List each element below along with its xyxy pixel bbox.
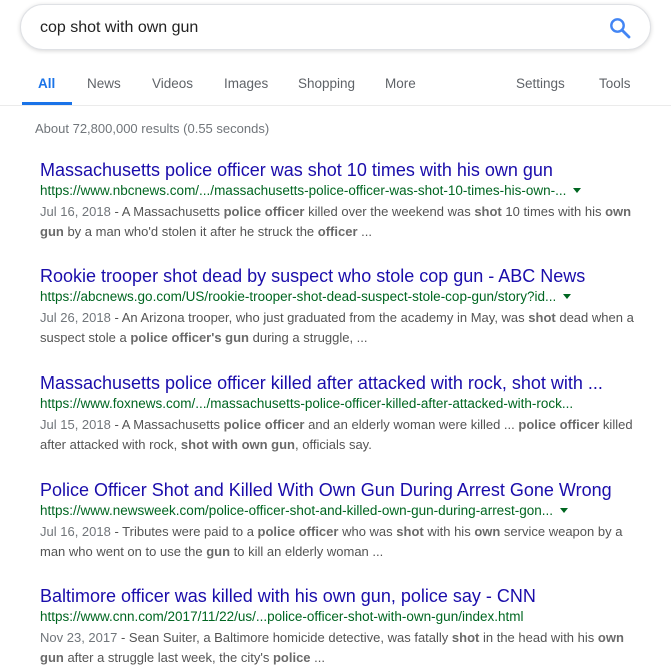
snippet-run: during a struggle, ...	[249, 330, 368, 345]
caret-down-icon[interactable]	[573, 188, 582, 194]
snippet-run: An Arizona trooper, who just graduated f…	[121, 310, 529, 325]
result-url[interactable]: https://abcnews.go.com/US/rookie-trooper…	[40, 289, 556, 304]
result-snippet: Jul 26, 2018 - An Arizona trooper, who j…	[40, 310, 634, 345]
snippet-run: ...	[357, 224, 372, 239]
search-result: Police Officer Shot and Killed With Own …	[40, 479, 660, 562]
snippet-run: ...	[310, 650, 325, 665]
result-url-row: https://www.nbcnews.com/.../massachusett…	[40, 181, 660, 200]
search-result: Massachusetts police officer was shot 10…	[40, 159, 660, 242]
result-title-link[interactable]: Rookie trooper shot dead by suspect who …	[40, 265, 660, 287]
result-stats: About 72,800,000 results (0.55 seconds)	[35, 121, 270, 136]
search-icon[interactable]	[608, 16, 632, 40]
snippet-run: A Massachusetts	[121, 204, 224, 219]
snippet-match: shot	[528, 310, 556, 325]
snippet-run: , officials say.	[295, 437, 372, 452]
tab-active-indicator	[22, 102, 72, 105]
result-date: Jul 15, 2018	[40, 417, 111, 432]
snippet-match: police	[272, 650, 311, 665]
result-url[interactable]: https://www.cnn.com/2017/11/22/us/...pol…	[40, 609, 523, 624]
snippet-match: gun	[206, 544, 231, 559]
search-result: Baltimore officer was killed with his ow…	[40, 585, 660, 667]
snippet-run: by a man who'd stolen it after he struck…	[63, 224, 318, 239]
snippet-match: shot	[396, 524, 424, 539]
snippet-run: killed over the weekend was	[304, 204, 475, 219]
snippet-run: with his	[423, 524, 475, 539]
search-box[interactable]	[20, 4, 651, 50]
result-url[interactable]: https://www.newsweek.com/police-officer-…	[40, 503, 553, 518]
result-title-link[interactable]: Police Officer Shot and Killed With Own …	[40, 479, 660, 501]
tab-more[interactable]: More	[385, 76, 416, 91]
tab-news[interactable]: News	[87, 76, 121, 91]
result-date: Jul 16, 2018	[40, 204, 111, 219]
snippet-run: after a struggle last week, the city's	[63, 650, 273, 665]
snippet-run: to kill an elderly woman ...	[230, 544, 384, 559]
result-date: Jul 26, 2018	[40, 310, 111, 325]
result-snippet: Jul 15, 2018 - A Massachusetts police of…	[40, 417, 633, 452]
result-snippet: Jul 16, 2018 - Tributes were paid to a p…	[40, 524, 623, 559]
result-url-row: https://www.cnn.com/2017/11/22/us/...pol…	[40, 607, 660, 626]
search-result: Massachusetts police officer killed afte…	[40, 372, 660, 455]
search-result: Rookie trooper shot dead by suspect who …	[40, 265, 660, 348]
snippet-run: 10 times with his	[501, 204, 606, 219]
tab-images[interactable]: Images	[224, 76, 268, 91]
caret-down-icon[interactable]	[559, 508, 568, 514]
tab-videos[interactable]: Videos	[152, 76, 193, 91]
result-url-row: https://www.foxnews.com/.../massachusett…	[40, 394, 660, 413]
result-snippet: Nov 23, 2017 - Sean Suiter, a Baltimore …	[40, 630, 624, 665]
result-title-link[interactable]: Massachusetts police officer was shot 10…	[40, 159, 660, 181]
result-date: Jul 16, 2018	[40, 524, 111, 539]
result-snippet-text: A Massachusetts police officer killed ov…	[40, 204, 631, 239]
result-url[interactable]: https://www.foxnews.com/.../massachusett…	[40, 396, 573, 411]
snippet-match: shot	[451, 630, 480, 645]
result-snippet-text: An Arizona trooper, who just graduated f…	[40, 310, 634, 345]
snippet-match: shot	[474, 204, 502, 219]
tab-all[interactable]: All	[38, 76, 55, 91]
snippet-match: police officer	[257, 524, 339, 539]
result-snippet: Jul 16, 2018 - A Massachusetts police of…	[40, 204, 632, 239]
snippet-run: Tributes were paid to a	[122, 524, 258, 539]
tab-tools[interactable]: Tools	[599, 76, 631, 91]
result-date: Nov 23, 2017	[40, 630, 118, 645]
snippet-run: Sean Suiter, a Baltimore homicide detect…	[128, 630, 452, 645]
search-tabs: All News Videos Images Shopping More Set…	[0, 62, 671, 106]
result-url-row: https://www.newsweek.com/police-officer-…	[40, 501, 660, 520]
snippet-match: police officer	[223, 204, 305, 219]
snippet-run: and an elderly woman were killed ...	[304, 417, 519, 432]
snippet-match: own	[474, 524, 501, 539]
snippet-match: police officer	[518, 417, 600, 432]
snippet-match: shot with own gun	[180, 437, 295, 452]
result-title-link[interactable]: Massachusetts police officer killed afte…	[40, 372, 660, 394]
result-snippet-text: Tributes were paid to a police officer w…	[40, 524, 622, 559]
snippet-run: A Massachusetts	[121, 417, 224, 432]
snippet-run: who was	[338, 524, 397, 539]
snippet-match: police officer	[223, 417, 305, 432]
result-url[interactable]: https://www.nbcnews.com/.../massachusett…	[40, 183, 566, 198]
result-url-row: https://abcnews.go.com/US/rookie-trooper…	[40, 287, 660, 306]
result-title-link[interactable]: Baltimore officer was killed with his ow…	[40, 585, 660, 607]
tab-shopping[interactable]: Shopping	[298, 76, 355, 91]
tab-settings[interactable]: Settings	[516, 76, 565, 91]
snippet-run: in the head with his	[479, 630, 598, 645]
result-snippet-text: Sean Suiter, a Baltimore homicide detect…	[40, 630, 624, 665]
search-input[interactable]	[40, 16, 580, 40]
snippet-match: police officer's gun	[130, 330, 249, 345]
result-snippet-text: A Massachusetts police officer and an el…	[40, 417, 633, 452]
snippet-match: officer	[317, 224, 358, 239]
caret-down-icon[interactable]	[563, 294, 572, 300]
